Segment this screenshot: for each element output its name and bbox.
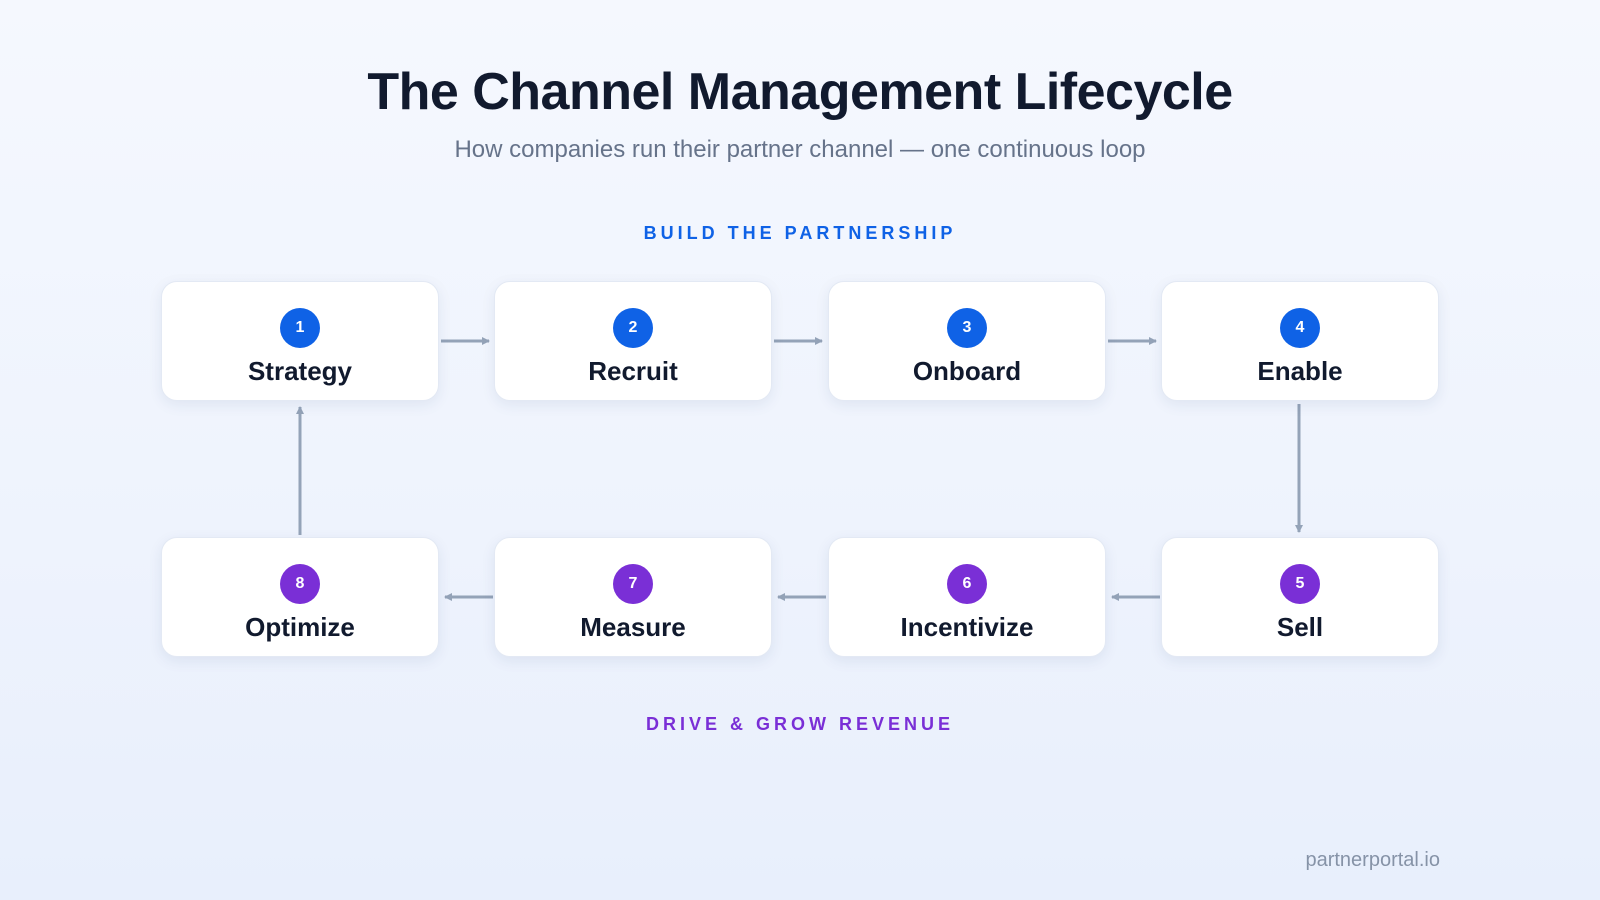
- step-number-badge: 1: [280, 308, 320, 348]
- step-name: Measure: [580, 612, 686, 642]
- step-card-recruit: 2 Recruit: [494, 281, 772, 401]
- step-number-badge: 3: [947, 308, 987, 348]
- step-number-badge: 5: [1280, 564, 1320, 604]
- step-number-badge: 6: [947, 564, 987, 604]
- step-name: Enable: [1257, 356, 1343, 386]
- step-number-badge: 2: [613, 308, 653, 348]
- lifecycle-connectors: [296, 337, 1303, 601]
- step-number-badge: 8: [280, 564, 320, 604]
- step-number-badge: 7: [613, 564, 653, 604]
- phase-label-drive: DRIVE & GROW REVENUE: [645, 714, 955, 734]
- step-card-sell: 5 Sell: [1161, 537, 1439, 657]
- step-name: Incentivize: [900, 612, 1034, 642]
- step-name: Optimize: [245, 612, 355, 642]
- step-name: Sell: [1276, 612, 1324, 642]
- step-card-strategy: 1 Strategy: [161, 281, 439, 401]
- step-card-optimize: 8 Optimize: [161, 537, 439, 657]
- step-name: Onboard: [912, 356, 1022, 386]
- footer-brand: partnerportal.io: [1305, 849, 1440, 871]
- step-number-badge: 4: [1280, 308, 1320, 348]
- step-card-enable: 4 Enable: [1161, 281, 1439, 401]
- step-card-onboard: 3 Onboard: [828, 281, 1106, 401]
- step-name: Strategy: [247, 356, 353, 386]
- step-name: Recruit: [588, 356, 678, 386]
- step-card-measure: 7 Measure: [494, 537, 772, 657]
- step-card-incentivize: 6 Incentivize: [828, 537, 1106, 657]
